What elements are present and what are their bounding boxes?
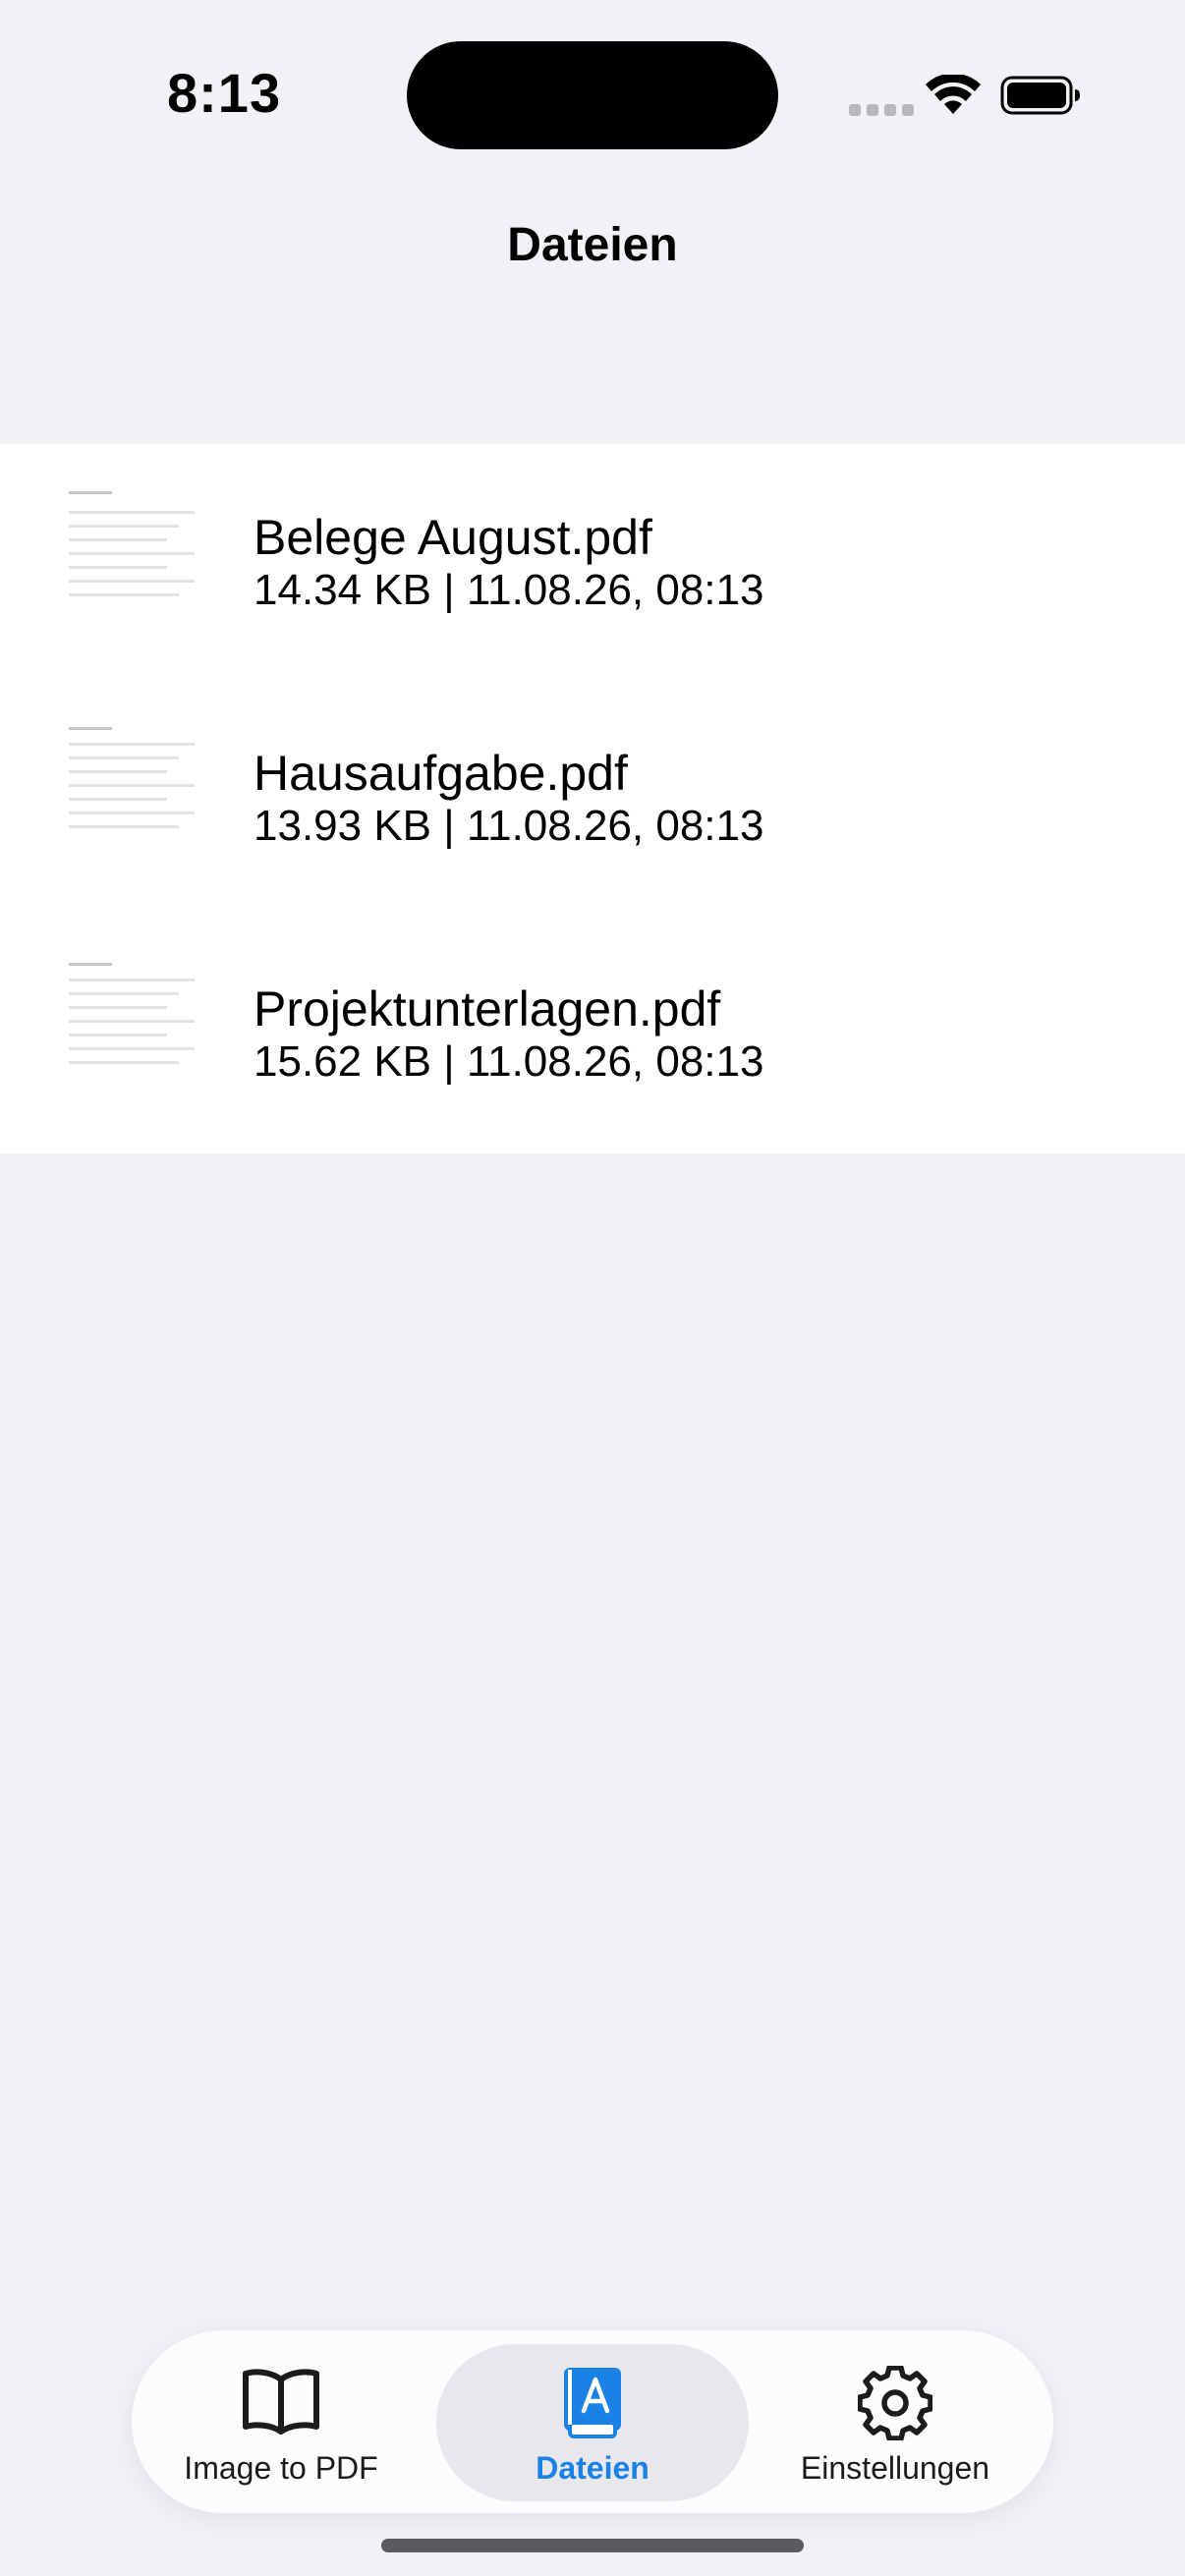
gear-icon [858, 2366, 932, 2440]
page-title: Dateien [507, 219, 678, 271]
file-row-belege-august[interactable]: Belege August.pdf 14.34 KB | 11.08.26, 0… [0, 444, 1185, 680]
pdf-thumbnail-icon [67, 727, 198, 855]
tab-label: Einstellungen [800, 2450, 990, 2486]
file-row-projektunterlagen[interactable]: Projektunterlagen.pdf 15.62 KB | 11.08.2… [0, 916, 1185, 1151]
file-name: Projektunterlagen.pdf [254, 981, 721, 1036]
file-name: Belege August.pdf [254, 510, 652, 565]
status-bar: 8:13 [0, 0, 1185, 187]
book-a-icon [564, 2368, 621, 2438]
wifi-icon [926, 75, 981, 114]
pdf-thumbnail-icon [67, 963, 198, 1091]
pdf-thumbnail-icon [67, 491, 198, 619]
status-time: 8:13 [167, 62, 282, 124]
tab-dateien[interactable]: Dateien [436, 2330, 749, 2513]
book-open-icon [243, 2369, 319, 2435]
tab-label: Dateien [536, 2450, 649, 2486]
tab-bar: Image to PDF Dateien Einstellungen [132, 2330, 1053, 2513]
file-list: Belege August.pdf 14.34 KB | 11.08.26, 0… [0, 444, 1185, 1153]
file-meta: 14.34 KB | 11.08.26, 08:13 [254, 566, 764, 614]
battery-icon [1000, 76, 1080, 115]
file-meta: 15.62 KB | 11.08.26, 08:13 [254, 1037, 764, 1086]
tab-einstellungen[interactable]: Einstellungen [757, 2330, 1034, 2513]
file-meta: 13.93 KB | 11.08.26, 08:13 [254, 802, 764, 850]
file-row-hausaufgabe[interactable]: Hausaufgabe.pdf 13.93 KB | 11.08.26, 08:… [0, 680, 1185, 916]
tab-image-to-pdf[interactable]: Image to PDF [155, 2330, 407, 2513]
home-indicator[interactable] [381, 2539, 804, 2552]
cellular-signal-icon [849, 104, 914, 116]
dynamic-island [407, 41, 778, 149]
file-name: Hausaufgabe.pdf [254, 746, 628, 801]
tab-label: Image to PDF [184, 2450, 378, 2486]
